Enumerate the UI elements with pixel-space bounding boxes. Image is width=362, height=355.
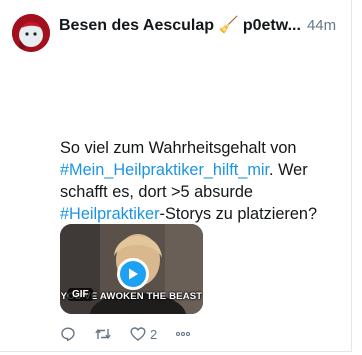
reply-icon xyxy=(61,327,75,342)
like-button[interactable]: 2 xyxy=(130,326,157,342)
tweet-text: So viel zum Wahrheitsgehalt von #Mein_He… xyxy=(60,137,340,225)
reply-button[interactable] xyxy=(60,326,76,342)
text-segment: So viel zum Wahrheitsgehalt von xyxy=(60,139,297,157)
retweet-icon xyxy=(95,329,111,339)
tweet-timestamp[interactable]: 44m xyxy=(307,17,336,34)
retweet-button[interactable] xyxy=(94,326,112,342)
more-button[interactable] xyxy=(175,326,191,342)
author-name[interactable]: Besen des Aesculap 🧹 p0etw... xyxy=(59,15,301,35)
play-icon xyxy=(129,268,138,280)
like-count: 2 xyxy=(150,326,158,342)
heart-icon xyxy=(130,327,146,341)
text-segment: -Storys zu platzieren? xyxy=(159,205,318,223)
tweet-actions: 2 xyxy=(60,325,200,343)
gif-media[interactable]: YOU'VE AWOKEN THE BEAST GIF xyxy=(60,224,203,314)
play-button[interactable] xyxy=(117,258,149,290)
tweet-header: Besen des Aesculap 🧹 p0etw... 44m xyxy=(59,14,345,36)
hashtag-link[interactable]: #Mein_Heilpraktiker_hilft_mir xyxy=(60,161,269,179)
more-icon xyxy=(176,331,191,337)
hashtag-link[interactable]: #Heilpraktiker xyxy=(60,205,160,223)
gif-badge: GIF xyxy=(68,288,93,301)
tweet-card[interactable]: Besen des Aesculap 🧹 p0etw... 44m So vie… xyxy=(0,0,352,352)
avatar[interactable] xyxy=(12,14,50,52)
